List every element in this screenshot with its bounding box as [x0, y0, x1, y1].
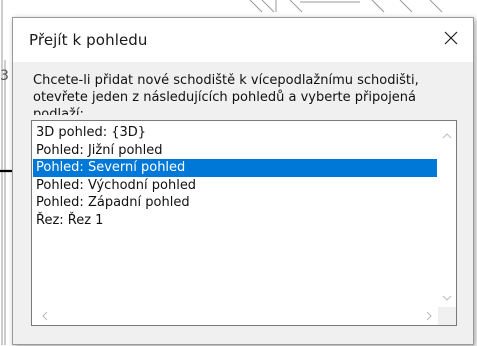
- close-icon: [444, 31, 458, 45]
- list-item[interactable]: Pohled: Jižní pohled: [33, 142, 437, 160]
- views-list: 3D pohled: {3D} Pohled: Jižní pohled Pohle…: [33, 124, 437, 229]
- close-button[interactable]: [429, 18, 473, 58]
- list-item[interactable]: 3D pohled: {3D}: [33, 124, 437, 142]
- dialog-titlebar: Přejít k pohledu: [13, 18, 473, 62]
- scroll-left-button[interactable]: [36, 307, 54, 325]
- scroll-up-button[interactable]: [438, 127, 456, 145]
- scroll-down-button[interactable]: [438, 289, 456, 307]
- list-item[interactable]: Pohled: Severní pohled: [33, 159, 437, 177]
- chevron-up-icon: [442, 133, 452, 139]
- chevron-right-icon: [426, 311, 432, 321]
- scrollbar-corner: [438, 307, 456, 325]
- dialog-message: Chcete-li přidat nové schodiště k vícepo…: [33, 73, 419, 115]
- list-item[interactable]: Pohled: Východní pohled: [33, 177, 437, 195]
- dialog-content: Chcete-li přidat nové schodiště k vícepo…: [13, 62, 473, 346]
- views-listbox[interactable]: 3D pohled: {3D} Pohled: Jižní pohled Pohle…: [31, 120, 457, 326]
- chevron-left-icon: [42, 311, 48, 321]
- horizontal-scrollbar[interactable]: [32, 307, 438, 325]
- list-item[interactable]: Řez: Řez 1: [33, 212, 437, 230]
- chevron-down-icon: [442, 295, 452, 301]
- dialog-title: Přejít k pohledu: [29, 31, 148, 49]
- go-to-view-dialog: Přejít k pohledu Chcete-li přidat nové s…: [12, 17, 474, 345]
- list-item[interactable]: Pohled: Západní pohled: [33, 194, 437, 212]
- svg-text:3: 3: [0, 68, 9, 84]
- scroll-right-button[interactable]: [420, 307, 438, 325]
- vertical-scrollbar[interactable]: [438, 121, 456, 307]
